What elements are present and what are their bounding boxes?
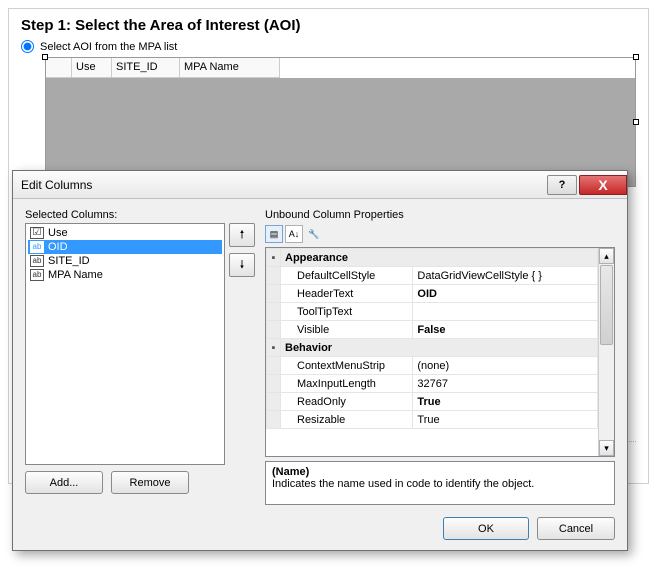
step-title: Step 1: Select the Area of Interest (AOI… [21, 17, 636, 34]
list-item-label: Use [48, 227, 68, 239]
properties-label: Unbound Column Properties [265, 209, 615, 221]
radio-select-aoi-mpa-label: Select AOI from the MPA list [40, 41, 177, 53]
vertical-scrollbar[interactable]: ▴ ▾ [598, 248, 614, 456]
grid-header-row: Use SITE_ID MPA Name [46, 58, 635, 78]
expander-icon[interactable]: ▪ [267, 249, 281, 267]
radio-select-aoi-mpa-input[interactable] [21, 40, 34, 53]
text-column-icon: ab [30, 241, 44, 253]
mpa-grid[interactable]: Use SITE_ID MPA Name [45, 57, 636, 187]
list-item[interactable]: ab OID [28, 240, 222, 254]
property-grid[interactable]: ▪Appearance DefaultCellStyleDataGridView… [265, 247, 615, 457]
close-button[interactable]: X [579, 175, 627, 195]
list-item-label: MPA Name [48, 269, 103, 281]
property-row[interactable]: MaxInputLength32767 [267, 375, 598, 393]
propertygrid-toolbar: ▤ A↓ 🔧 [265, 225, 615, 243]
properties-page-icon[interactable]: 🔧 [305, 225, 323, 243]
remove-button[interactable]: Remove [111, 471, 189, 494]
help-button[interactable]: ? [547, 175, 577, 195]
scroll-down-icon[interactable]: ▾ [599, 440, 614, 456]
alphabetical-icon[interactable]: A↓ [285, 225, 303, 243]
property-row[interactable]: DefaultCellStyleDataGridViewCellStyle { … [267, 267, 598, 285]
scroll-thumb[interactable] [600, 265, 613, 345]
property-row[interactable]: ContextMenuStrip(none) [267, 357, 598, 375]
list-item[interactable]: ☑ Use [28, 226, 222, 240]
col-site-id[interactable]: SITE_ID [112, 58, 180, 78]
move-up-button[interactable]: 🠕 [229, 223, 255, 247]
columns-listbox[interactable]: ☑ Use ab OID ab SITE_ID ab MPA Name [25, 223, 225, 465]
arrow-down-icon: 🠗 [240, 256, 245, 275]
col-mpa-name[interactable]: MPA Name [180, 58, 280, 78]
list-item[interactable]: ab MPA Name [28, 268, 222, 282]
category-row[interactable]: ▪Behavior [267, 339, 598, 357]
expander-icon[interactable]: ▪ [267, 339, 281, 357]
property-row[interactable]: ToolTipText [267, 303, 598, 321]
property-row[interactable]: VisibleFalse [267, 321, 598, 339]
radio-select-aoi-mpa[interactable]: Select AOI from the MPA list [21, 40, 636, 53]
add-button[interactable]: Add... [25, 471, 103, 494]
text-column-icon: ab [30, 255, 44, 267]
property-row[interactable]: HeaderTextOID [267, 285, 598, 303]
designer-handle[interactable] [633, 119, 639, 125]
designer-handle[interactable] [42, 54, 48, 60]
ok-button[interactable]: OK [443, 517, 529, 540]
list-item[interactable]: ab SITE_ID [28, 254, 222, 268]
selected-columns-label: Selected Columns: [25, 209, 255, 221]
arrow-up-icon: 🠕 [240, 226, 245, 245]
checkbox-column-icon: ☑ [30, 227, 44, 239]
property-help-panel: (Name) Indicates the name used in code t… [265, 461, 615, 505]
category-row[interactable]: ▪Appearance [267, 249, 598, 267]
cancel-button[interactable]: Cancel [537, 517, 615, 540]
help-description: Indicates the name used in code to ident… [272, 478, 608, 490]
dialog-title: Edit Columns [21, 178, 547, 192]
categorized-icon[interactable]: ▤ [265, 225, 283, 243]
list-item-label: OID [48, 241, 68, 253]
scroll-up-icon[interactable]: ▴ [599, 248, 614, 264]
col-use[interactable]: Use [72, 58, 112, 78]
property-row[interactable]: ResizableTrue [267, 411, 598, 429]
move-down-button[interactable]: 🠗 [229, 253, 255, 277]
property-row[interactable]: ReadOnlyTrue [267, 393, 598, 411]
text-column-icon: ab [30, 269, 44, 281]
help-name: (Name) [272, 466, 608, 478]
edit-columns-dialog: Edit Columns ? X Selected Columns: ☑ Use… [12, 170, 628, 551]
list-item-label: SITE_ID [48, 255, 90, 267]
grid-row-selector[interactable] [46, 58, 72, 78]
dialog-titlebar[interactable]: Edit Columns ? X [13, 171, 627, 199]
designer-handle[interactable] [633, 54, 639, 60]
